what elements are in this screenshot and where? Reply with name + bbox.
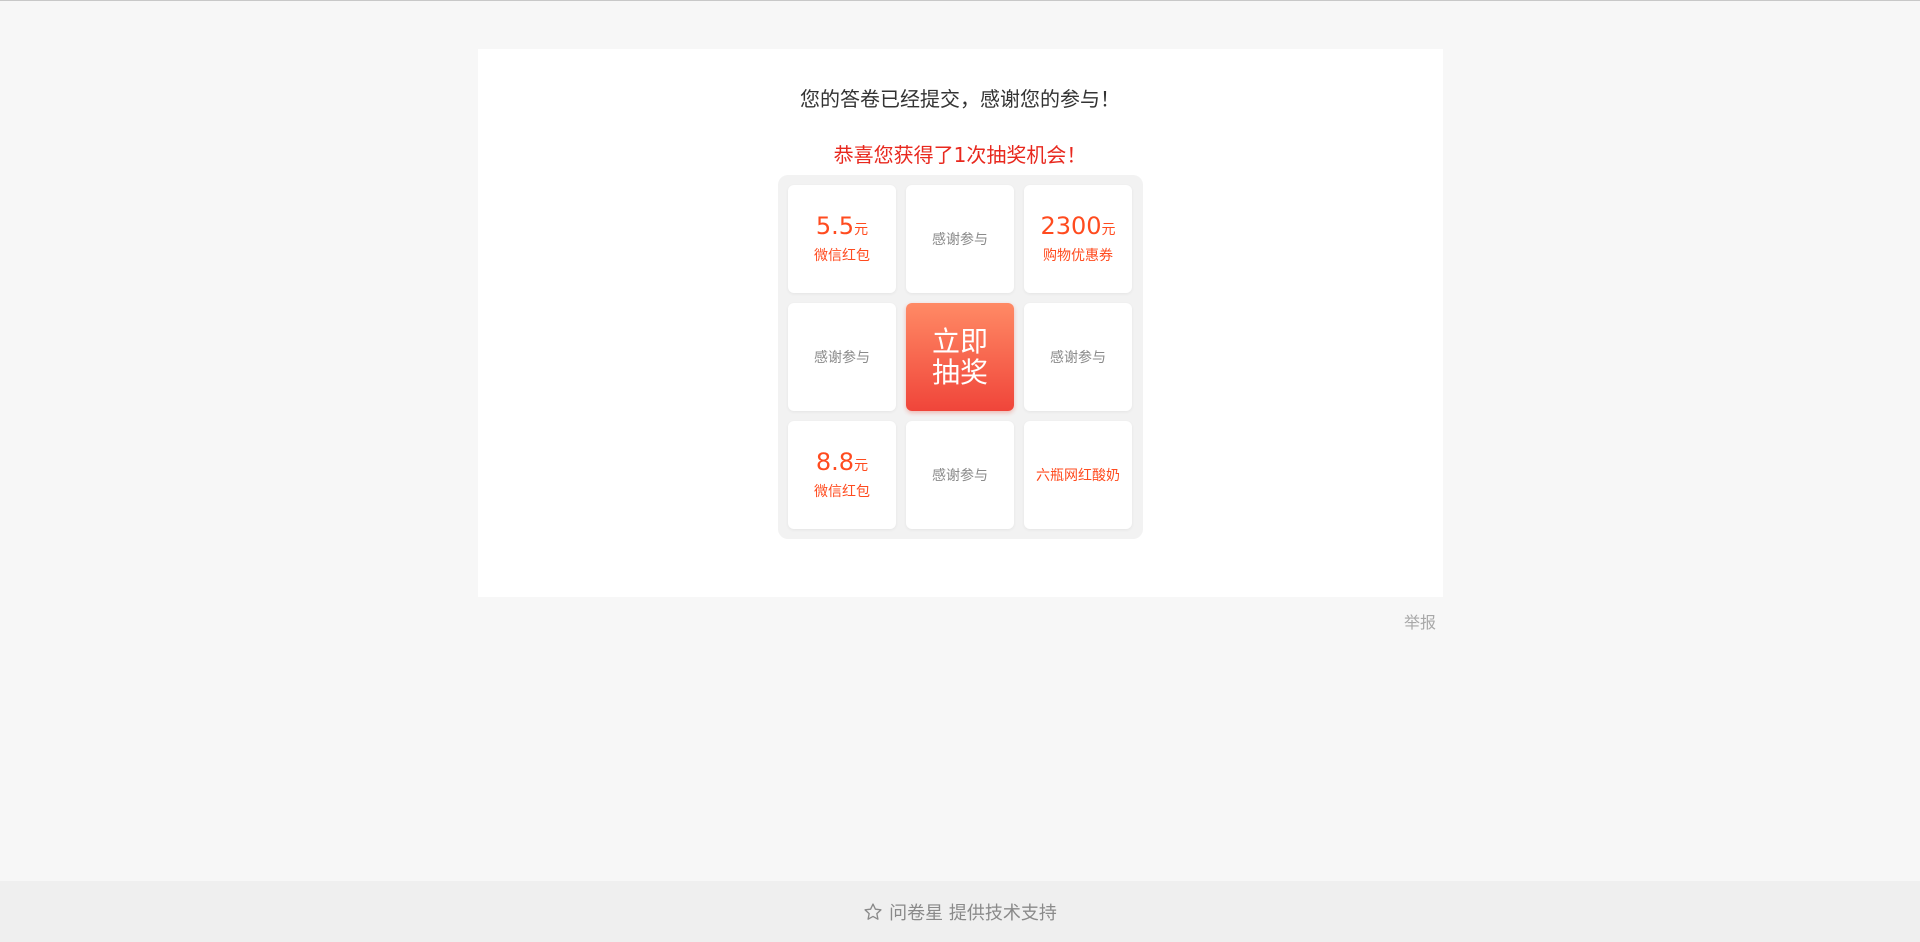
lottery-grid: 5.5元 微信红包 感谢参与 2300元 购物优惠券 感谢参与 立即抽奖 感谢参… [778,175,1143,539]
thanks-cell: 感谢参与 [788,303,896,411]
prize-cell-red-packet-5-5: 5.5元 微信红包 [788,185,896,293]
thanks-message: 您的答卷已经提交，感谢您的参与！ [800,87,1120,111]
thanks-text: 感谢参与 [932,232,988,248]
report-link[interactable]: 举报 [1400,609,1436,633]
prize-amount: 2300元 [1040,212,1116,240]
footer: 问卷星 提供技术支持 [0,881,1920,942]
prize-name: 购物优惠券 [1043,248,1113,264]
draw-now-button[interactable]: 立即抽奖 [906,303,1014,411]
prize-name: 微信红包 [814,484,870,500]
prize-cell-yogurt: 六瓶网红酸奶 [1024,421,1132,529]
prize-amount: 5.5元 [815,212,869,240]
draw-now-label: 立即抽奖 [931,325,988,389]
powered-by-text: 问卷星 提供技术支持 [889,902,1057,924]
thanks-cell: 感谢参与 [906,185,1014,293]
prize-name: 微信红包 [814,248,870,264]
thanks-text: 感谢参与 [814,350,870,366]
star-icon [863,902,883,922]
prize-cell-coupon-2300: 2300元 购物优惠券 [1024,185,1132,293]
prize-name: 六瓶网红酸奶 [1036,468,1120,484]
top-border [0,0,1920,1]
thanks-cell: 感谢参与 [906,421,1014,529]
lottery-chance-message: 恭喜您获得了1次抽奖机会！ [833,143,1087,167]
thanks-cell: 感谢参与 [1024,303,1132,411]
thanks-text: 感谢参与 [1050,350,1106,366]
prize-amount: 8.8元 [815,448,869,476]
prize-cell-red-packet-8-8: 8.8元 微信红包 [788,421,896,529]
thanks-text: 感谢参与 [932,468,988,484]
